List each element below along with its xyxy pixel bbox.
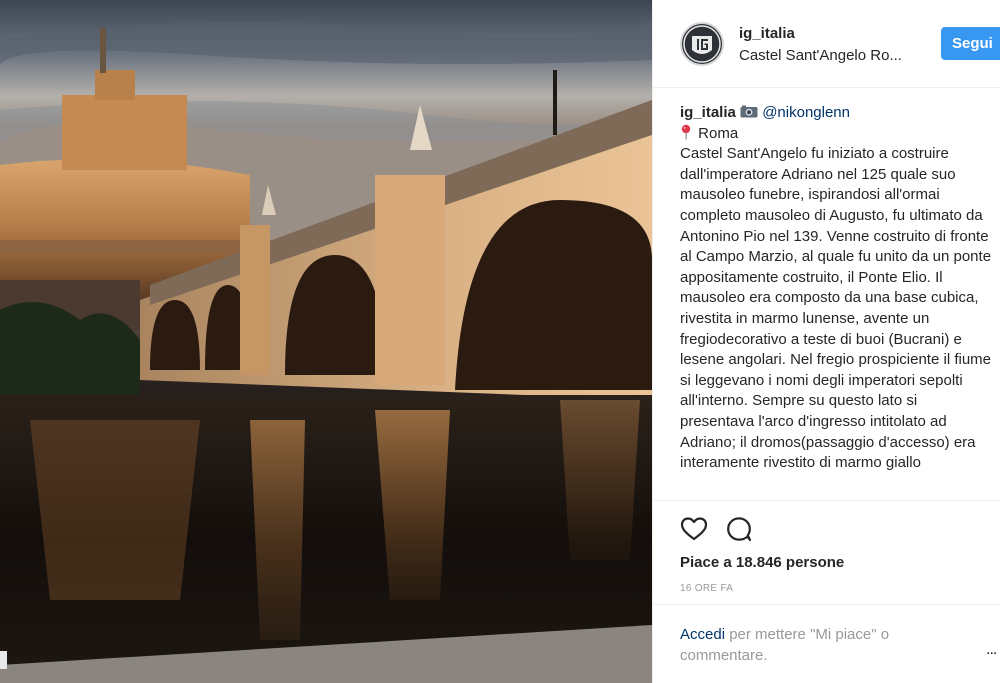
more-options-button[interactable]: ... bbox=[986, 641, 997, 659]
post-sidebar: ig_italia Castel Sant'Angelo Ro... Segui… bbox=[652, 0, 1000, 683]
camera-icon bbox=[740, 105, 758, 118]
post-image[interactable] bbox=[0, 0, 652, 683]
post-caption: ig_italia @nikonglenn Roma Castel Sant'A… bbox=[680, 103, 992, 500]
login-text: Accedi per mettere "Mi piace" o commenta… bbox=[680, 624, 940, 666]
post-actions: Piace a 18.846 persone 16 ORE FA bbox=[653, 500, 1000, 600]
post-timestamp: 16 ORE FA bbox=[680, 583, 734, 594]
caption-place: Roma bbox=[698, 124, 739, 142]
login-prompt: Accedi per mettere "Mi piace" o commenta… bbox=[653, 604, 1000, 683]
likes-count[interactable]: Piace a 18.846 persone bbox=[680, 554, 844, 571]
castel-sant-angelo-illustration bbox=[0, 0, 652, 683]
header-username[interactable]: ig_italia bbox=[739, 25, 795, 42]
pin-icon bbox=[681, 124, 691, 140]
comment-icon[interactable] bbox=[725, 515, 753, 543]
caption-username[interactable]: ig_italia bbox=[680, 104, 736, 121]
follow-button[interactable]: Segui bbox=[941, 27, 1000, 60]
heart-icon[interactable] bbox=[680, 515, 708, 543]
avatar[interactable] bbox=[680, 22, 724, 66]
caption-body-text: Castel Sant'Angelo fu iniziato a costrui… bbox=[680, 145, 992, 472]
ig-italia-logo-icon bbox=[683, 25, 721, 63]
login-link[interactable]: Accedi bbox=[680, 626, 725, 643]
photo-corner-marker bbox=[0, 651, 7, 669]
post-header: ig_italia Castel Sant'Angelo Ro... Segui bbox=[653, 0, 1000, 88]
header-location[interactable]: Castel Sant'Angelo Ro... bbox=[739, 47, 902, 64]
caption-mention[interactable]: @nikonglenn bbox=[762, 104, 850, 121]
